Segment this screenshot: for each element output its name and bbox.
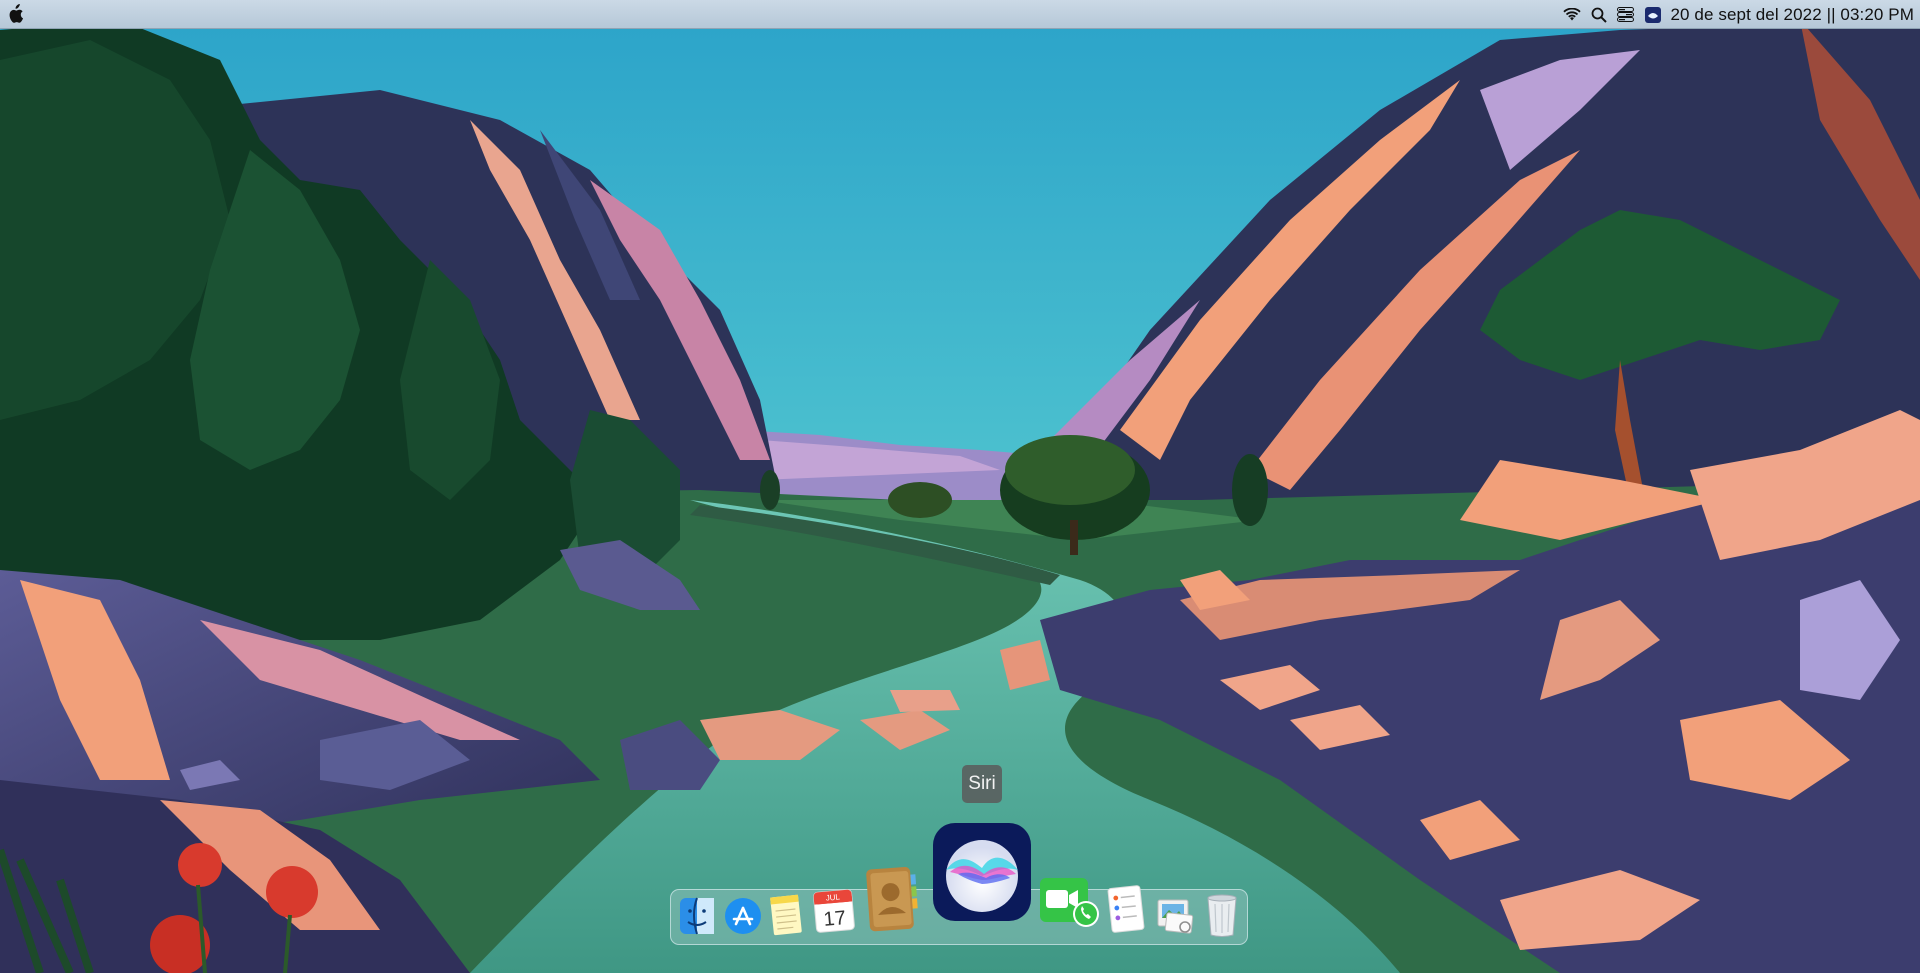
apple-logo-icon[interactable] bbox=[6, 4, 24, 24]
siri-icon[interactable] bbox=[932, 822, 1032, 922]
facetime-icon[interactable] bbox=[1038, 876, 1100, 928]
siri-status-icon[interactable] bbox=[1644, 6, 1662, 24]
reminders-icon[interactable] bbox=[1106, 884, 1146, 934]
calendar-month: JUL bbox=[825, 892, 841, 902]
dock-tooltip: Siri bbox=[962, 765, 1002, 803]
app-store-icon[interactable] bbox=[724, 897, 762, 935]
preview-icon[interactable] bbox=[1154, 894, 1198, 938]
notes-icon[interactable] bbox=[768, 894, 804, 936]
control-center-icon[interactable] bbox=[1617, 6, 1635, 24]
menu-clock[interactable]: 20 de sept del 2022 || 03:20 PM bbox=[1671, 5, 1915, 25]
contacts-icon[interactable] bbox=[864, 866, 920, 932]
status-area: 20 de sept del 2022 || 03:20 PM bbox=[1562, 0, 1915, 29]
menu-bar: 20 de sept del 2022 || 03:20 PM bbox=[0, 0, 1920, 29]
wifi-icon[interactable] bbox=[1562, 6, 1581, 24]
search-icon[interactable] bbox=[1590, 6, 1608, 24]
trash-icon[interactable] bbox=[1204, 892, 1240, 938]
finder-icon[interactable] bbox=[679, 897, 715, 935]
calendar-day: 17 bbox=[823, 907, 847, 931]
calendar-icon[interactable]: JUL 17 bbox=[812, 888, 856, 934]
